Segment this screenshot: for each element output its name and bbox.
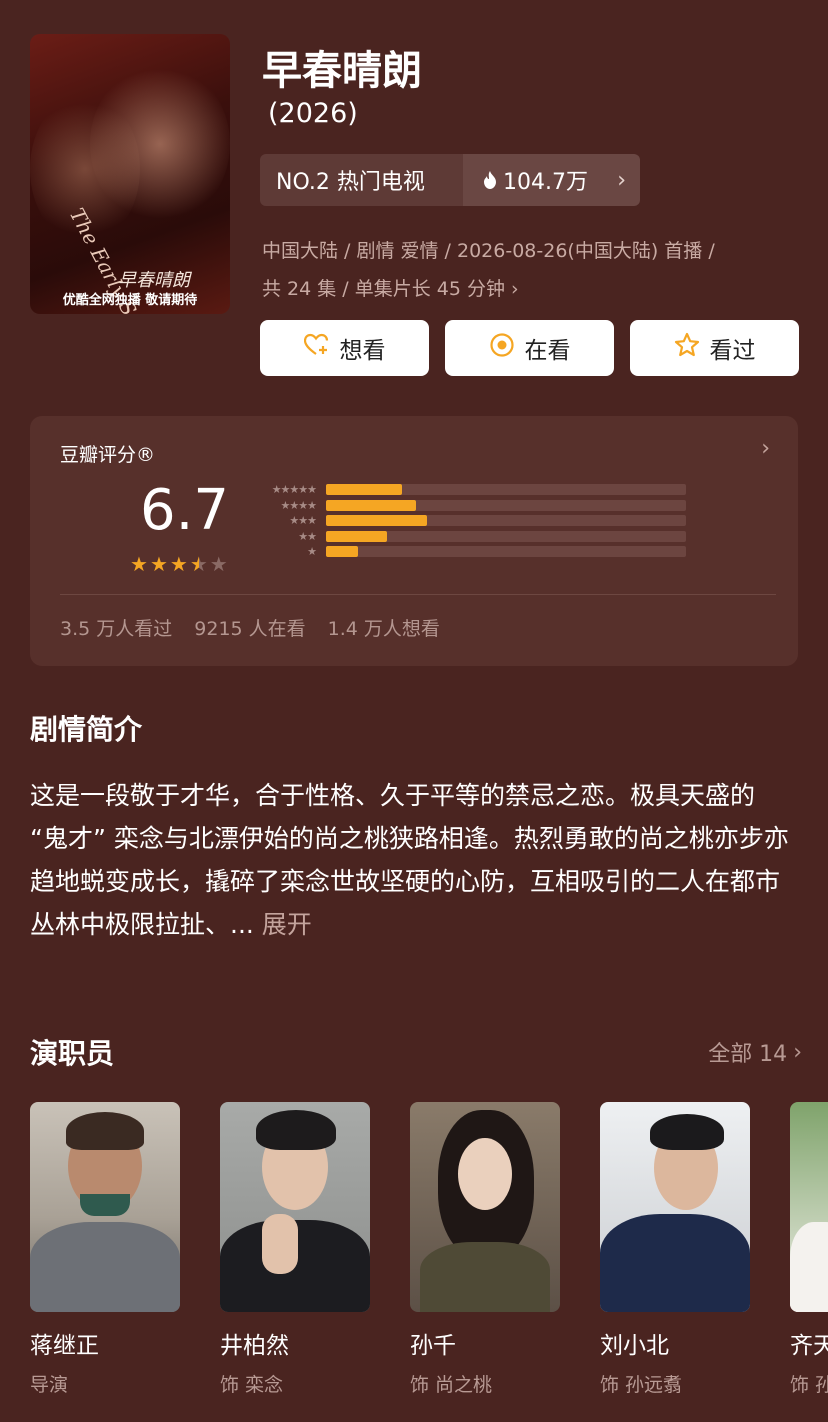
rank-label: NO.2 热门电视 <box>260 154 463 206</box>
star-icon: ★ <box>169 552 188 576</box>
watching-label: 在看 <box>524 338 571 364</box>
star-icon: ★ <box>149 552 168 576</box>
rank-badge[interactable]: NO.2 热门电视 104.7万 › <box>260 154 640 206</box>
cast-role: 饰 孙 <box>790 1374 828 1396</box>
cast-photo <box>30 1102 180 1312</box>
synopsis-body: 这是一段敬于才华，合于性格、久于平等的禁忌之恋。极具天盛的 “鬼才” 栾念与北漂… <box>30 781 789 939</box>
cast-photo <box>410 1102 560 1312</box>
star-icon: ★ <box>130 552 148 576</box>
rating-bar-row: ★ <box>256 544 686 560</box>
rating-bar-track <box>326 530 686 542</box>
cast-all-label: 全部 14 <box>708 1042 788 1067</box>
cast-photo <box>790 1102 828 1312</box>
target-icon <box>489 332 515 364</box>
show-meta[interactable]: 中国大陆 / 剧情 爱情 / 2026-08-26(中国大陆) 首播 / 共 2… <box>262 232 802 308</box>
rating-bar-fill <box>326 515 427 527</box>
rating-bar-row: ★★ <box>256 529 686 545</box>
rating-bar-fill <box>326 546 359 558</box>
cast-list: 蒋继正 导演 井柏然 饰 栾念 孙千 饰 尚之桃 刘小北 饰 孙远翥 齐天 饰 … <box>30 1102 828 1397</box>
rating-bar-track <box>326 546 686 558</box>
chevron-right-icon: › <box>617 167 626 193</box>
rating-bar-stars: ★★ <box>298 529 317 543</box>
rating-score: 6.7 <box>140 478 230 543</box>
watching-count: 9215 人在看 <box>194 618 306 640</box>
rating-bar-fill <box>326 484 402 496</box>
expand-link[interactable]: 展开 <box>262 910 312 939</box>
cast-photo <box>600 1102 750 1312</box>
cast-card[interactable]: 孙千 饰 尚之桃 <box>410 1102 560 1397</box>
show-title: 早春晴朗 <box>262 48 422 94</box>
divider <box>60 594 776 595</box>
cast-name: 孙千 <box>410 1333 456 1359</box>
meta-line-1: 中国大陆 / 剧情 爱情 / 2026-08-26(中国大陆) 首播 / <box>262 240 715 262</box>
chevron-right-icon: › <box>793 1039 802 1065</box>
cast-card[interactable]: 刘小北 饰 孙远翥 <box>600 1102 750 1397</box>
cast-card[interactable]: 蒋继正 导演 <box>30 1102 180 1397</box>
chevron-right-icon: › <box>511 278 519 300</box>
rating-bar-fill <box>326 530 388 542</box>
rating-bar-fill <box>326 499 416 511</box>
watching-button[interactable]: 在看 <box>445 320 614 376</box>
rating-bar-track <box>326 515 686 527</box>
want-label: 想看 <box>339 338 386 364</box>
rating-bar-track <box>326 499 686 511</box>
rating-card[interactable]: 豆瓣评分® › 6.7 ★ ★ ★ ★ ★ ★★★★★ ★★★★ ★★★ ★★ ★ 3.… <box>30 416 798 666</box>
cast-name: 蒋继正 <box>30 1333 99 1359</box>
cast-role: 饰 孙远翥 <box>600 1374 683 1396</box>
rating-bar-stars: ★★★★★ <box>271 483 317 497</box>
watched-count: 3.5 万人看过 <box>60 618 173 640</box>
rating-bar-stars: ★ <box>307 545 317 559</box>
watched-button[interactable]: 看过 <box>630 320 799 376</box>
want-count: 1.4 万人想看 <box>327 618 440 640</box>
rating-stats: 3.5 万人看过 9215 人在看 1.4 万人想看 <box>60 614 440 641</box>
cast-photo <box>220 1102 370 1312</box>
cast-role: 饰 尚之桃 <box>410 1374 493 1396</box>
rating-distribution: ★★★★★ ★★★★ ★★★ ★★ ★ <box>256 482 686 560</box>
want-to-watch-button[interactable]: 想看 <box>260 320 429 376</box>
rating-stars: ★ ★ ★ ★ ★ <box>130 552 228 576</box>
show-year: (2026) <box>268 98 358 129</box>
cast-heading: 演职员 <box>30 1037 115 1070</box>
rating-bar-stars: ★★★★ <box>280 498 317 512</box>
rating-bar-track <box>326 484 686 496</box>
heat-value: 104.7万 <box>503 170 588 195</box>
rating-bar-row: ★★★★ <box>256 498 686 514</box>
cast-name: 刘小北 <box>600 1333 669 1359</box>
heart-plus-icon <box>303 333 330 363</box>
rating-bar-stars: ★★★ <box>289 514 317 528</box>
action-buttons: 想看 在看 看过 <box>260 320 799 376</box>
cast-name: 井柏然 <box>220 1333 289 1359</box>
watched-label: 看过 <box>709 338 756 364</box>
synopsis-heading: 剧情简介 <box>30 713 143 746</box>
fire-icon <box>483 171 497 189</box>
cast-all-link[interactable]: 全部 14 › <box>708 1036 802 1068</box>
rating-label: 豆瓣评分® <box>60 444 156 466</box>
heat-button[interactable]: 104.7万 › <box>463 154 640 206</box>
chevron-right-icon[interactable]: › <box>761 436 770 461</box>
poster-image[interactable]: The Early Spring 早春晴朗 优酷全网独播 敬请期待 <box>30 34 230 314</box>
poster-tagline: 优酷全网独播 敬请期待 <box>62 293 198 308</box>
cast-name: 齐天 <box>790 1333 828 1359</box>
star-outline-icon <box>674 332 700 364</box>
cast-card[interactable]: 齐天 饰 孙 <box>790 1102 828 1397</box>
cast-role: 导演 <box>30 1374 69 1396</box>
cast-card[interactable]: 井柏然 饰 栾念 <box>220 1102 370 1397</box>
half-star-icon: ★ <box>189 552 208 576</box>
star-empty-icon: ★ <box>209 552 228 576</box>
meta-line-2: 共 24 集 / 单集片长 45 分钟 › <box>262 278 519 300</box>
synopsis-text[interactable]: 这是一段敬于才华，合于性格、久于平等的禁忌之恋。极具天盛的 “鬼才” 栾念与北漂… <box>30 774 790 946</box>
rating-bar-row: ★★★★★ <box>256 482 686 498</box>
rating-bar-row: ★★★ <box>256 513 686 529</box>
cast-role: 饰 栾念 <box>220 1374 284 1396</box>
